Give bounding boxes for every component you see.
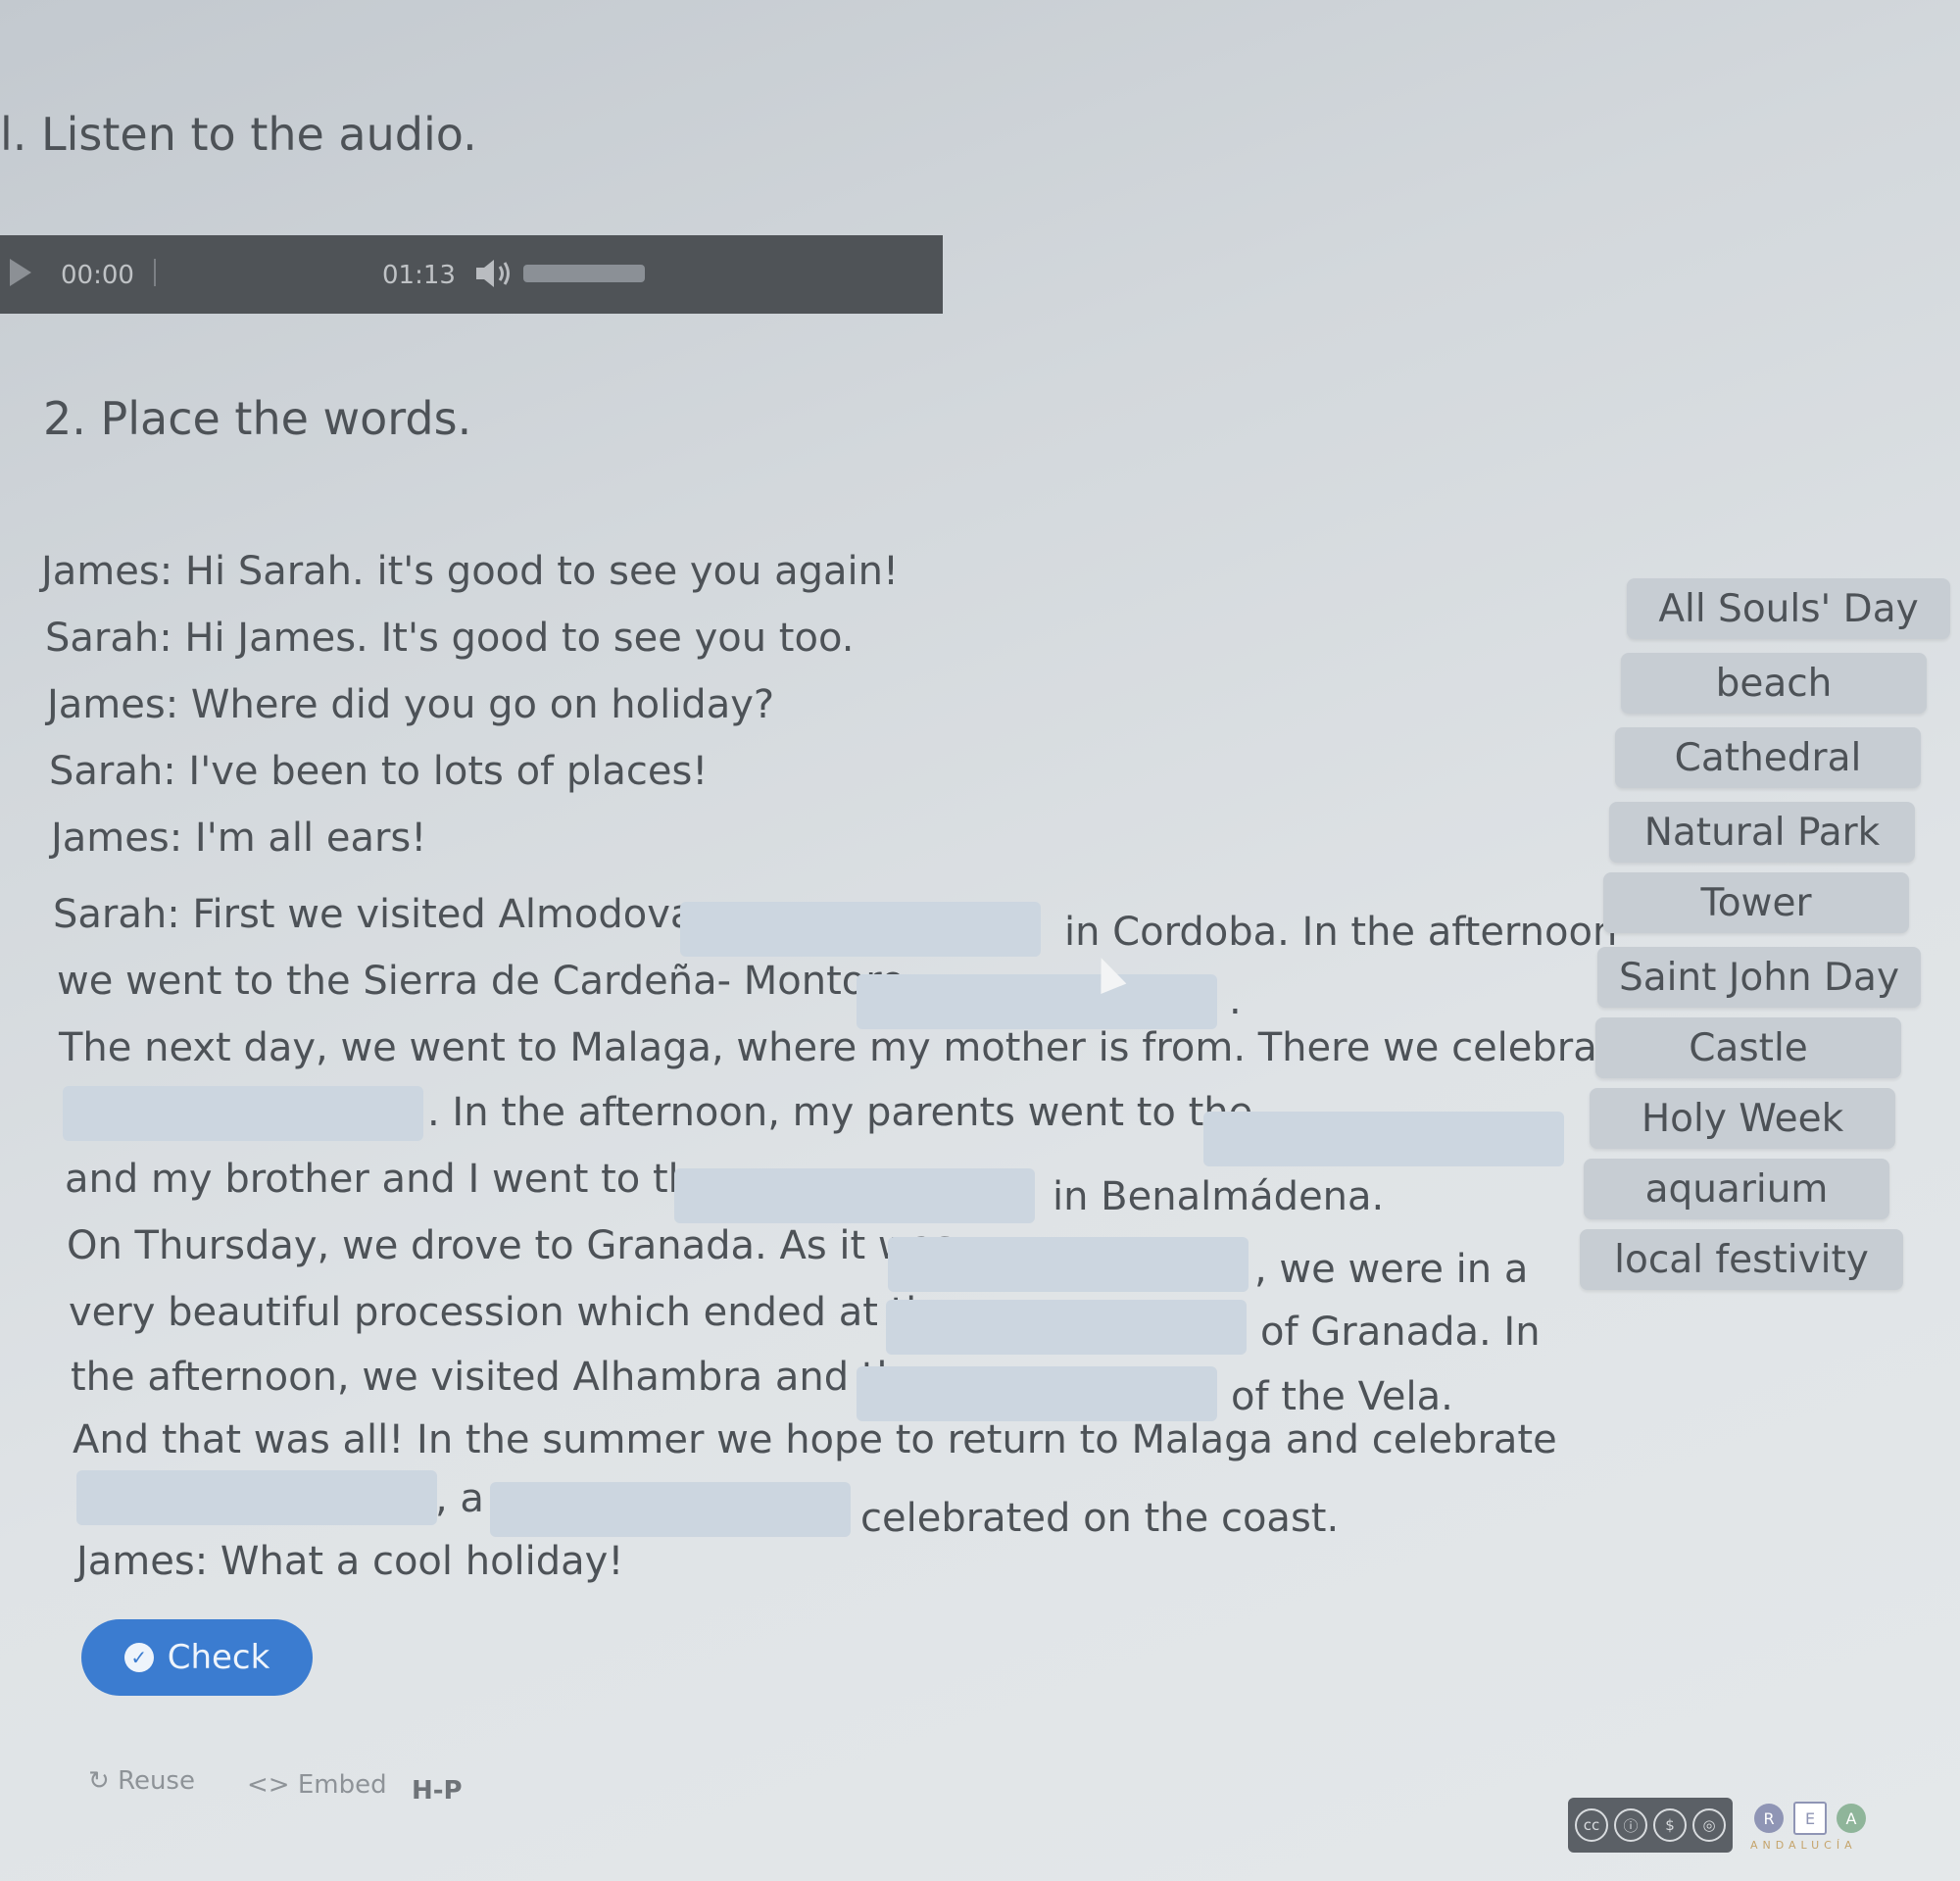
dialogue-line: of Granada. In <box>1260 1310 1541 1355</box>
play-icon[interactable] <box>10 259 31 286</box>
dialogue-line: of the Vela. <box>1231 1374 1453 1419</box>
dialogue-line: very beautiful procession which ended at… <box>69 1290 956 1335</box>
dialogue-line: , a <box>435 1476 484 1521</box>
reuse-label: Reuse <box>118 1766 195 1796</box>
word-chip[interactable]: beach <box>1621 653 1927 714</box>
drop-zone-5[interactable] <box>674 1168 1035 1223</box>
dialogue-line: On Thursday, we drove to Granada. As it … <box>67 1223 955 1268</box>
audio-seek-bar[interactable] <box>154 259 156 286</box>
embed-label: Embed <box>297 1770 387 1800</box>
by-icon: ⓘ <box>1614 1808 1647 1842</box>
rea-a-icon: A <box>1837 1804 1866 1833</box>
drop-zone-1[interactable] <box>680 902 1041 957</box>
drop-zone-9[interactable] <box>76 1470 437 1525</box>
dialogue-line: James: Hi Sarah. it's good to see you ag… <box>41 549 900 594</box>
dialogue-line: Sarah: First we visited Almodovar <box>53 892 710 937</box>
sa-icon: ◎ <box>1692 1808 1726 1842</box>
drop-zone-10[interactable] <box>490 1482 851 1537</box>
embed-icon: <> <box>247 1770 290 1800</box>
h5p-logo[interactable]: H-P <box>412 1776 463 1806</box>
dialogue-line: , we were in a <box>1254 1247 1529 1292</box>
audio-player: 00:00 01:13 <box>0 235 943 314</box>
dialogue-line: in Cordoba. In the afternoon <box>1064 910 1618 955</box>
embed-link[interactable]: <> Embed <box>247 1770 387 1800</box>
word-chip[interactable]: Natural Park <box>1609 802 1915 863</box>
dialogue-line: and my brother and I went to the <box>65 1157 717 1202</box>
dialogue-line: celebrated on the coast. <box>860 1496 1340 1541</box>
word-chip[interactable]: aquarium <box>1584 1159 1889 1219</box>
audio-current-time: 00:00 <box>61 261 134 290</box>
audio-duration: 01:13 <box>382 261 456 290</box>
drop-zone-7[interactable] <box>886 1300 1247 1355</box>
word-chip[interactable]: local festivity <box>1580 1229 1903 1290</box>
rea-subtitle: ANDALUCÍA <box>1750 1839 1857 1852</box>
word-chip[interactable]: Holy Week <box>1590 1088 1895 1149</box>
cc-license-badge[interactable]: cc ⓘ $ ◎ <box>1568 1798 1733 1853</box>
drop-zone-4[interactable] <box>1203 1112 1564 1166</box>
dialogue-line: James: What a cool holiday! <box>76 1539 624 1584</box>
dialogue-line: James: Where did you go on holiday? <box>47 682 775 727</box>
word-chip[interactable]: Tower <box>1603 872 1909 933</box>
word-chip[interactable]: Cathedral <box>1615 727 1921 788</box>
reuse-icon: ↻ <box>88 1766 110 1796</box>
section-heading-place: 2. Place the words. <box>43 392 472 445</box>
nc-icon: $ <box>1653 1808 1687 1842</box>
reuse-link[interactable]: ↻ Reuse <box>88 1766 195 1796</box>
check-circle-icon: ✓ <box>123 1643 154 1672</box>
volume-icon[interactable] <box>474 257 514 290</box>
dialogue-line: . In the afternoon, my parents went to t… <box>427 1090 1253 1135</box>
dialogue-line: the afternoon, we visited Alhambra and t… <box>71 1355 926 1400</box>
rea-e-icon: E <box>1793 1802 1827 1835</box>
volume-slider[interactable] <box>523 265 645 282</box>
dialogue-line: James: I'm all ears! <box>51 816 427 861</box>
drop-zone-6[interactable] <box>888 1237 1249 1292</box>
check-button[interactable]: ✓ Check <box>81 1619 313 1696</box>
section-heading-listen: l. Listen to the audio. <box>0 108 477 161</box>
drop-zone-2[interactable] <box>857 974 1217 1029</box>
dialogue-line: we went to the Sierra de Cardeña- Montor… <box>57 959 906 1004</box>
dialogue-line: And that was all! In the summer we hope … <box>73 1417 1557 1462</box>
word-chip[interactable]: Saint John Day <box>1597 947 1921 1008</box>
dialogue-line: . <box>1229 978 1242 1023</box>
dialogue-line: Sarah: Hi James. It's good to see you to… <box>45 616 855 661</box>
check-button-label: Check <box>167 1638 270 1677</box>
cc-icon: cc <box>1575 1808 1608 1842</box>
rea-logo[interactable]: R E A <box>1754 1802 1866 1835</box>
dialogue-line: Sarah: I've been to lots of places! <box>49 749 709 794</box>
drop-zone-8[interactable] <box>857 1366 1217 1421</box>
word-chip[interactable]: All Souls' Day <box>1627 578 1950 639</box>
rea-r-icon: R <box>1754 1804 1784 1833</box>
drop-zone-3[interactable] <box>63 1086 423 1141</box>
dialogue-line: The next day, we went to Malaga, where m… <box>59 1025 1662 1070</box>
word-chip[interactable]: Castle <box>1595 1017 1901 1078</box>
dialogue-line: in Benalmádena. <box>1053 1174 1385 1219</box>
